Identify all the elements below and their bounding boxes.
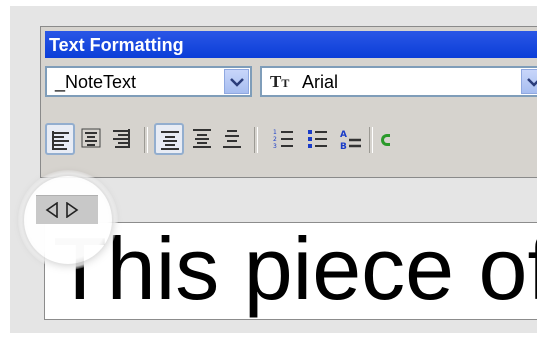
toolbar-title: Text Formatting xyxy=(49,35,184,55)
svg-text:2: 2 xyxy=(273,136,277,143)
text-formatting-toolbar: Text Formatting _NoteText TT Arial 1 2 3… xyxy=(40,26,537,178)
mtext-editor-area[interactable]: This piece of xyxy=(44,222,537,320)
toolbar-separator xyxy=(254,127,258,153)
align-center-icon[interactable] xyxy=(77,123,107,155)
formatting-buttons-row: 123 AB xyxy=(41,121,537,161)
symbol-insert-icon[interactable] xyxy=(381,134,390,146)
align-bottom-icon[interactable] xyxy=(218,123,248,155)
toolbar-titlebar[interactable]: Text Formatting xyxy=(45,31,537,58)
text-style-value: _NoteText xyxy=(55,72,137,92)
align-top-icon[interactable] xyxy=(154,123,184,155)
mtext-content: This piece of xyxy=(53,222,537,318)
bulleted-list-icon[interactable] xyxy=(303,123,333,155)
truetype-font-icon: TT xyxy=(270,72,290,91)
lettered-list-icon[interactable]: AB xyxy=(335,123,365,155)
toolbar-separator xyxy=(144,127,148,153)
align-right-icon[interactable] xyxy=(107,123,137,155)
svg-text:B: B xyxy=(340,142,347,152)
align-left-icon[interactable] xyxy=(45,123,75,155)
align-middle-icon[interactable] xyxy=(188,123,218,155)
chevron-down-icon[interactable] xyxy=(224,69,249,94)
font-value: Arial xyxy=(302,72,339,92)
text-style-dropdown[interactable]: _NoteText xyxy=(45,66,252,97)
svg-text:3: 3 xyxy=(273,143,277,150)
chevron-down-icon[interactable] xyxy=(521,69,537,94)
indent-arrows-icon[interactable] xyxy=(36,195,98,224)
font-dropdown[interactable]: TT Arial xyxy=(260,66,537,97)
svg-text:1: 1 xyxy=(273,129,277,136)
svg-text:A: A xyxy=(340,130,347,140)
numbered-list-icon[interactable]: 123 xyxy=(269,123,299,155)
toolbar-separator xyxy=(369,127,373,153)
